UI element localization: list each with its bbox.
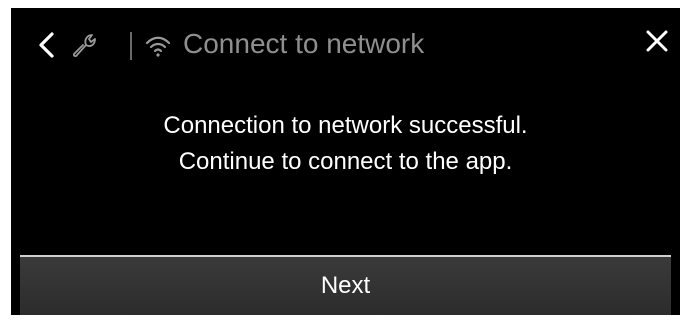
chevron-left-icon[interactable] bbox=[35, 30, 59, 60]
wifi-icon bbox=[145, 36, 171, 57]
header-divider bbox=[130, 32, 132, 60]
wrench-icon[interactable] bbox=[71, 30, 99, 60]
status-message: Connection to network successful. Contin… bbox=[11, 108, 680, 180]
message-line-2: Continue to connect to the app. bbox=[178, 148, 513, 175]
close-icon[interactable] bbox=[644, 28, 670, 54]
message-line-1: Connection to network successful. bbox=[163, 112, 528, 139]
page-title: Connect to network bbox=[183, 28, 425, 59]
next-button[interactable]: Next bbox=[20, 255, 671, 315]
header-bar: Connect to network bbox=[11, 8, 680, 82]
device-screen: Connect to network Connection to network… bbox=[11, 8, 680, 315]
